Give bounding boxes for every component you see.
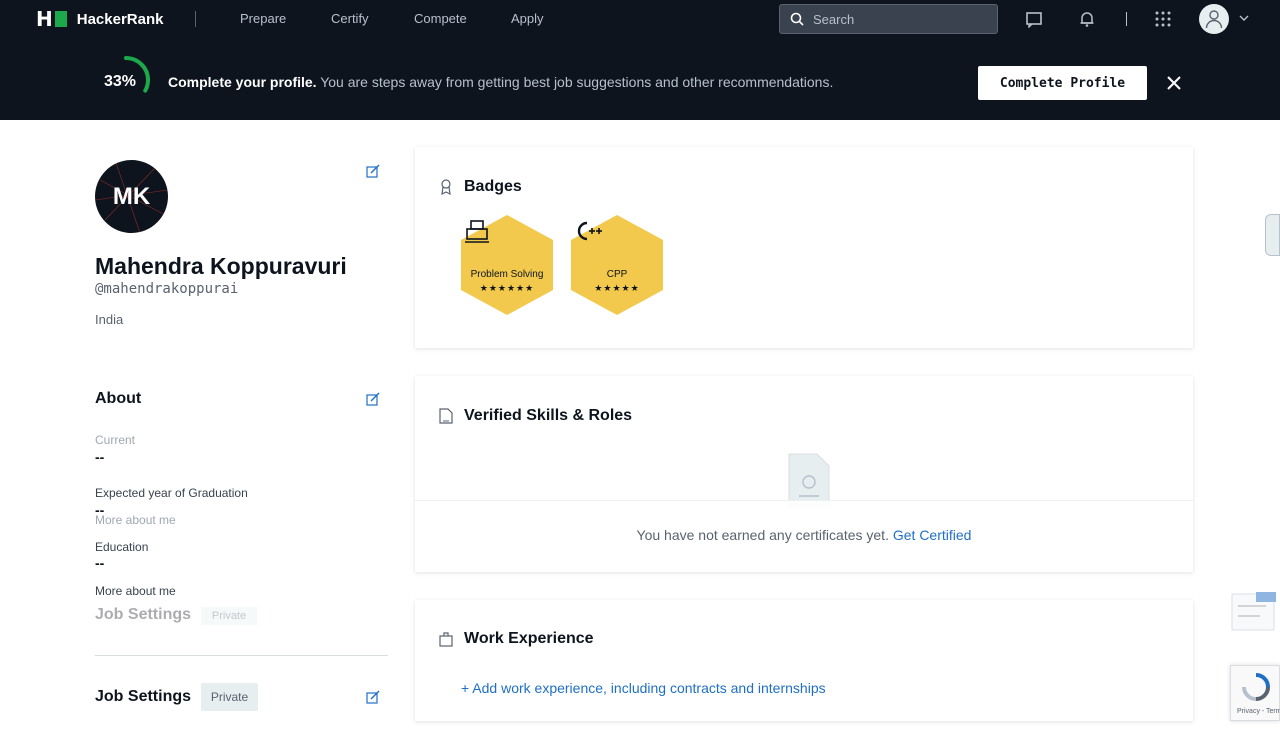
banner-headline: Complete your profile. — [168, 74, 317, 90]
edit-profile-icon[interactable] — [366, 164, 380, 178]
verified-skills-card: Verified Skills & Roles You have not ear… — [415, 376, 1193, 572]
nav-link-apply[interactable]: Apply — [511, 11, 544, 26]
no-certificates-message: You have not earned any certificates yet… — [415, 527, 1193, 543]
chevron-down-icon[interactable] — [1238, 13, 1250, 23]
banner-text: You are steps away from getting best job… — [316, 74, 834, 90]
hackerrank-logo[interactable]: H HackerRank — [36, 9, 163, 29]
job-settings-ghost-badge: Private — [201, 607, 257, 625]
logo-text: HackerRank — [76, 10, 164, 28]
more-about-label: More about me — [95, 584, 176, 598]
work-experience-card: Work Experience + Add work experience, i… — [415, 600, 1193, 721]
feedback-side-tab[interactable] — [1265, 214, 1280, 256]
search-box[interactable] — [779, 4, 998, 34]
recaptcha-widget[interactable]: Privacy - Terms — [1230, 665, 1280, 721]
current-label: Current — [95, 433, 136, 447]
nav-link-prepare[interactable]: Prepare — [240, 11, 286, 26]
job-settings-title: Job Settings — [95, 688, 192, 705]
more-about-ghost-label: More about me — [95, 513, 176, 527]
job-settings-ghost-title: Job Settings — [95, 606, 192, 623]
education-value: -- — [95, 555, 105, 571]
recaptcha-terms-text: Privacy - Terms — [1237, 708, 1280, 715]
badges-title: Badges — [464, 178, 522, 195]
banner-message: Complete your profile. You are steps awa… — [168, 74, 833, 90]
about-title: About — [95, 390, 142, 407]
verified-skills-title: Verified Skills & Roles — [464, 407, 633, 424]
cpp-icon — [577, 221, 602, 241]
private-badge: Private — [201, 683, 258, 711]
user-avatar[interactable] — [1199, 4, 1229, 34]
badge-ribbon-icon — [441, 179, 451, 195]
complete-profile-banner: 33% Complete your profile. You are steps… — [0, 38, 1280, 120]
current-value: -- — [95, 449, 105, 465]
profile-progress-text: 33% — [104, 73, 137, 90]
badge-stars: ★★★★★★ — [479, 284, 535, 294]
badge-stars: ★★★★★ — [594, 284, 640, 294]
badge-name: Problem Solving — [470, 269, 544, 280]
search-icon — [790, 12, 804, 26]
messages-icon[interactable] — [1025, 10, 1043, 28]
get-certified-link[interactable]: Get Certified — [893, 527, 972, 543]
apps-grid-icon[interactable] — [1154, 10, 1172, 28]
briefcase-icon — [439, 632, 453, 647]
badge-cpp[interactable]: CPP ★★★★★ — [571, 215, 663, 315]
section-divider — [95, 655, 388, 656]
education-label: Education — [95, 540, 149, 554]
job-settings-ghost: Job Settings Private — [95, 604, 388, 628]
graduation-label: Expected year of Graduation — [95, 486, 248, 500]
badge-name: CPP — [606, 269, 628, 280]
complete-profile-button[interactable]: Complete Profile — [978, 66, 1147, 100]
nav-divider — [195, 11, 196, 27]
no-certificates-text: You have not earned any certificates yet… — [636, 527, 893, 543]
chat-widget-ghost-icon — [1231, 592, 1276, 631]
nav-divider-right — [1126, 12, 1127, 26]
close-icon[interactable] — [1165, 74, 1183, 92]
recaptcha-icon — [1242, 673, 1270, 701]
edit-job-settings-icon[interactable] — [366, 690, 380, 704]
top-navbar: H HackerRank Prepare Certify Compete App… — [0, 0, 1280, 38]
logo-icon: H — [36, 9, 67, 29]
problem-solving-icon — [465, 220, 489, 243]
render-overlap-band — [415, 500, 1193, 510]
badge-problem-solving[interactable]: Problem Solving ★★★★★★ — [461, 215, 553, 315]
badges-card: Badges Problem Solving ★★★★★★ CPP ★★★★★ — [415, 147, 1193, 348]
search-input[interactable] — [813, 11, 983, 27]
edit-about-icon[interactable] — [366, 392, 380, 406]
work-experience-title: Work Experience — [464, 630, 594, 647]
profile-initials: MK — [112, 182, 151, 210]
profile-avatar: MK — [95, 160, 168, 233]
profile-country: India — [95, 312, 124, 327]
profile-name: Mahendra Koppuravuri — [95, 253, 347, 279]
nav-link-certify[interactable]: Certify — [331, 11, 369, 26]
nav-link-compete[interactable]: Compete — [414, 11, 467, 26]
add-work-experience-link[interactable]: + Add work experience, including contrac… — [461, 680, 826, 696]
user-icon — [1205, 10, 1223, 29]
certificate-file-icon — [439, 408, 453, 424]
profile-username: @mahendrakoppurai — [95, 281, 239, 297]
notifications-bell-icon[interactable] — [1078, 10, 1096, 28]
